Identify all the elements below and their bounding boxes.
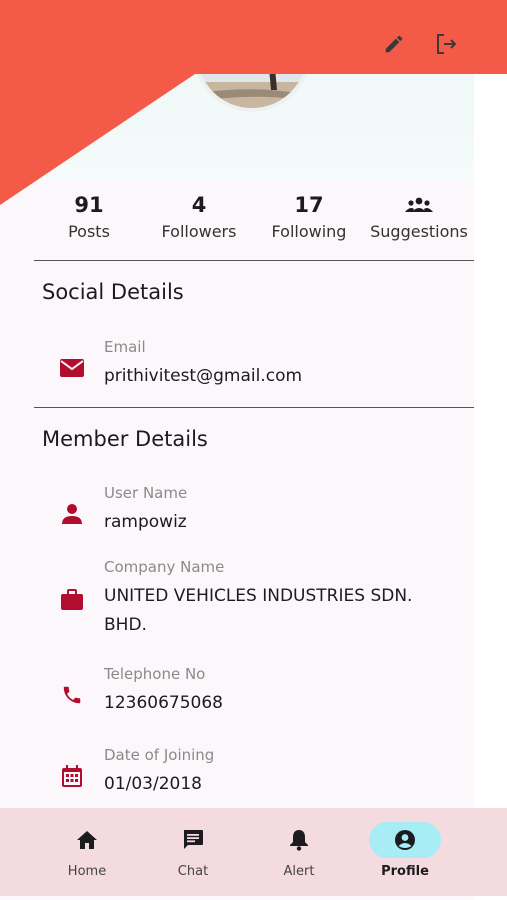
logout-icon[interactable] <box>432 30 460 58</box>
stat-posts[interactable]: 91 Posts <box>34 182 144 260</box>
bottom-navigation: Home Chat Alert Profile <box>0 808 507 896</box>
date-of-joining-label: Date of Joining <box>104 746 215 764</box>
nav-home-label: Home <box>67 864 107 879</box>
bell-icon <box>263 822 335 858</box>
phone-icon <box>58 681 86 709</box>
nav-alert[interactable]: Alert <box>246 808 352 896</box>
group-icon <box>364 190 474 220</box>
divider <box>34 260 474 261</box>
mail-icon <box>58 354 86 382</box>
account-circle-icon <box>369 822 441 858</box>
member-details-title: Member Details <box>42 427 208 451</box>
stats-row: 91 Posts 4 Followers 17 Following Sugges… <box>34 182 474 260</box>
stat-followers-label: Followers <box>161 222 237 241</box>
nav-profile[interactable]: Profile <box>352 808 458 896</box>
home-icon <box>51 822 123 858</box>
stat-followers[interactable]: 4 Followers <box>144 182 254 260</box>
stat-posts-label: Posts <box>68 222 110 241</box>
email-value: prithivitest@gmail.com <box>104 366 303 386</box>
stat-suggestions[interactable]: Suggestions <box>364 182 474 260</box>
nav-home[interactable]: Home <box>34 808 140 896</box>
stat-followers-count: 4 <box>191 193 207 217</box>
company-name-value: UNITED VEHICLES INDUSTRIES SDN. BHD. <box>104 586 413 635</box>
briefcase-icon <box>58 586 86 614</box>
user-name-label: User Name <box>104 484 188 502</box>
edit-icon[interactable] <box>380 30 408 58</box>
date-of-joining-value: 01/03/2018 <box>104 774 202 794</box>
divider <box>34 407 474 408</box>
stat-following[interactable]: 17 Following <box>254 182 364 260</box>
nav-alert-label: Alert <box>283 864 315 879</box>
stat-following-count: 17 <box>294 193 324 217</box>
person-icon <box>58 500 86 528</box>
user-name-value: rampowiz <box>104 512 187 532</box>
chat-icon <box>157 822 229 858</box>
stat-posts-count: 91 <box>74 193 104 217</box>
email-label: Email <box>104 338 146 356</box>
company-name-label: Company Name <box>104 558 225 576</box>
calendar-icon <box>58 762 86 790</box>
nav-chat[interactable]: Chat <box>140 808 246 896</box>
nav-chat-label: Chat <box>177 864 209 879</box>
telephone-label: Telephone No <box>104 665 206 683</box>
telephone-value: 12360675068 <box>104 693 223 713</box>
nav-profile-label: Profile <box>381 864 429 879</box>
social-details-title: Social Details <box>42 280 184 304</box>
stat-following-label: Following <box>271 222 347 241</box>
stat-suggestions-label: Suggestions <box>370 222 468 241</box>
